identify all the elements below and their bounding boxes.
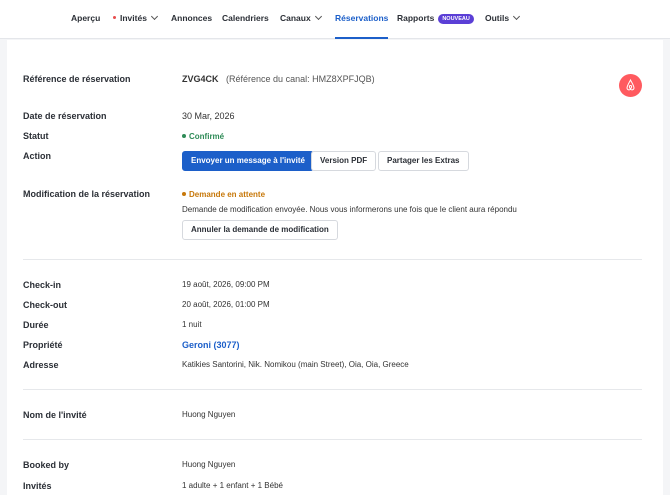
nav-label: Annonces [171, 13, 213, 23]
booked-by-value: Huong Nguyen [182, 460, 236, 469]
address-label: Adresse [23, 360, 59, 370]
status-badge: Confirmé [182, 132, 224, 141]
notification-dot [113, 16, 116, 19]
nav-outils[interactable]: Outils [485, 12, 521, 23]
nav-label: Canaux [280, 13, 311, 23]
divider [23, 439, 642, 440]
ref-label: Référence de réservation [23, 74, 131, 84]
modification-status: Demande en attente [182, 190, 265, 199]
new-badge: NOUVEAU [438, 14, 474, 24]
checkout-value: 20 août, 2026, 01:00 PM [182, 300, 270, 309]
checkin-label: Check-in [23, 280, 62, 290]
date-value: 30 Mar, 2026 [182, 111, 235, 121]
airbnb-icon [619, 74, 642, 97]
checkin-value: 19 août, 2026, 09:00 PM [182, 280, 270, 289]
date-label: Date de réservation [23, 111, 107, 121]
ref-value: ZVG4CK (Référence du canal: HMZ8XPFJQB) [182, 74, 375, 84]
nav-label: Rapports [397, 13, 435, 23]
reservation-card [7, 40, 663, 495]
pdf-version-button[interactable]: Version PDF [311, 151, 377, 171]
nav-label: Aperçu [71, 13, 101, 23]
modification-text: Demande de modification envoyée. Nous vo… [182, 205, 517, 214]
status-label: Statut [23, 131, 49, 141]
nav-calendriers[interactable]: Calendriers [222, 13, 269, 23]
channel-ref: (Référence du canal: HMZ8XPFJQB) [226, 74, 375, 84]
nav-annonces[interactable]: Annonces [171, 13, 212, 23]
nav-label: Réservations [335, 13, 389, 23]
property-label: Propriété [23, 340, 63, 350]
modification-status-text: Demande en attente [189, 190, 266, 199]
status-dot [182, 192, 186, 196]
divider [23, 259, 642, 260]
nav-apercu[interactable]: Aperçu [71, 13, 100, 23]
booked-by-label: Booked by [23, 460, 70, 470]
share-extras-button[interactable]: Partager les Extras [378, 151, 469, 171]
guest-name-label: Nom de l'invité [23, 410, 87, 420]
action-label: Action [23, 151, 51, 161]
send-message-button[interactable]: Envoyer un message à l'invité [182, 151, 314, 171]
duration-label: Durée [23, 320, 49, 330]
nav-label: Invités [120, 13, 147, 23]
checkout-label: Check-out [23, 300, 68, 310]
nav-reservations[interactable]: Réservations [335, 13, 389, 39]
status-dot [182, 134, 186, 138]
guests-label: Invités [23, 481, 52, 491]
guests-value: 1 adulte + 1 enfant + 1 Bébé [182, 481, 283, 490]
cancel-modification-button[interactable]: Annuler la demande de modification [182, 220, 338, 240]
top-nav: Aperçu Invités Annonces Calendriers Cana… [0, 0, 670, 39]
chevron-down-icon [150, 12, 158, 21]
duration-value: 1 nuit [182, 320, 202, 329]
nav-invites[interactable]: Invités [113, 12, 158, 23]
ref-code: ZVG4CK [182, 74, 219, 84]
nav-rapports[interactable]: Rapports NOUVEAU [397, 13, 474, 25]
nav-canaux[interactable]: Canaux [280, 12, 322, 23]
chevron-down-icon [513, 12, 521, 21]
status-text: Confirmé [189, 132, 225, 141]
divider [23, 389, 642, 390]
chevron-down-icon [314, 12, 322, 21]
nav-label: Outils [485, 13, 510, 23]
modification-label: Modification de la réservation [23, 189, 151, 199]
nav-label: Calendriers [222, 13, 269, 23]
property-link[interactable]: Geroni (3077) [182, 340, 240, 350]
address-value: Katikies Santorini, Nik. Nomikou (main S… [182, 360, 409, 369]
guest-name-value: Huong Nguyen [182, 410, 236, 419]
